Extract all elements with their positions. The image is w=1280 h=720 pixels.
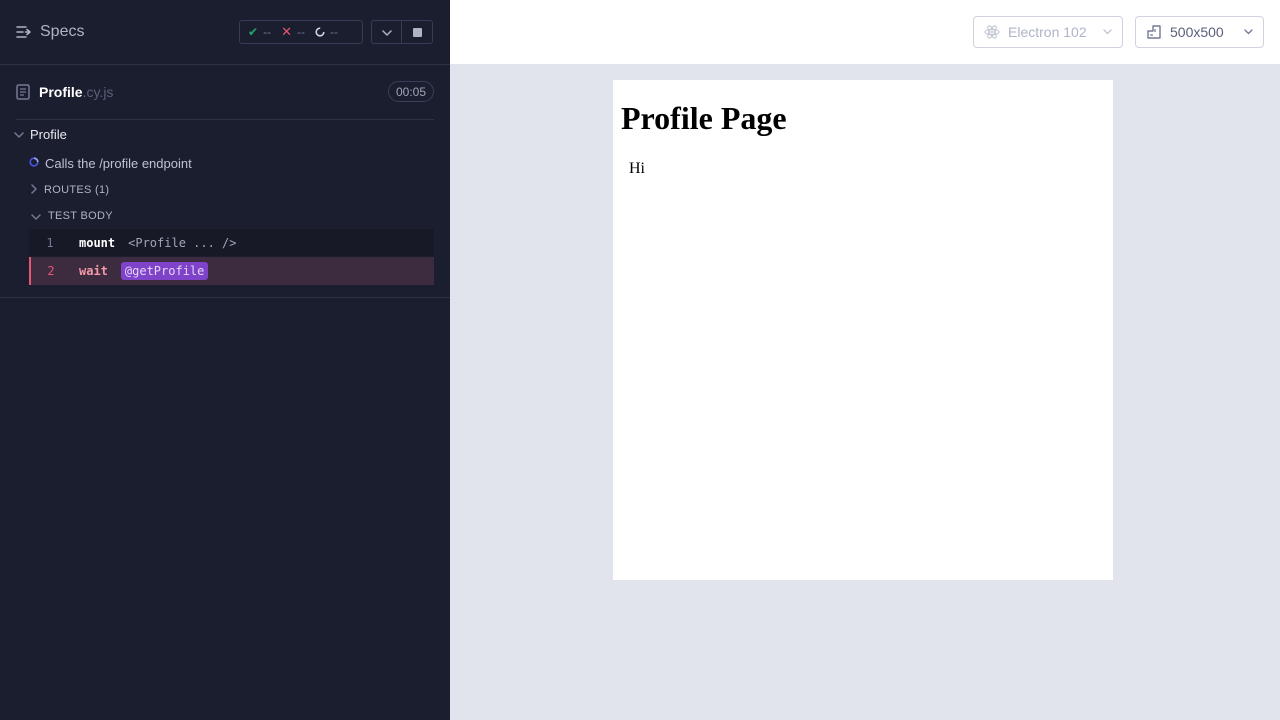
command-row-wait-failed[interactable]: 2 wait @getProfile	[29, 257, 434, 285]
reporter-panel: Specs ✔ -- ✕ -- -- Profile .cy.js 00:05 …	[0, 0, 450, 720]
passed-stat: ✔ --	[248, 25, 271, 39]
passed-count: --	[263, 25, 272, 39]
alias-badge[interactable]: @getProfile	[120, 262, 209, 280]
chevron-down-icon	[14, 125, 24, 143]
aut-iframe: Profile Page Hi	[613, 80, 1113, 580]
command-number: 1	[46, 235, 54, 250]
x-icon: ✕	[281, 24, 292, 39]
expand-collapse-button[interactable]	[371, 20, 402, 44]
suite-profile[interactable]: Profile	[14, 124, 67, 144]
test-stats: ✔ -- ✕ -- --	[239, 20, 363, 44]
pending-stat: --	[315, 25, 338, 39]
viewport-dropdown[interactable]: 500x500	[1135, 16, 1264, 48]
command-number: 2	[47, 264, 55, 278]
command-name: wait	[79, 264, 108, 278]
browser-dropdown[interactable]: Electron 102	[973, 16, 1123, 48]
duration-badge: 00:05	[387, 81, 434, 102]
browser-label: Electron 102	[1008, 24, 1087, 40]
electron-icon	[984, 24, 1000, 40]
viewport-label: 500x500	[1170, 24, 1224, 40]
spec-file-header[interactable]: Profile .cy.js 00:05	[16, 65, 434, 120]
check-icon: ✔	[248, 25, 259, 39]
failed-stat: ✕ --	[281, 24, 305, 40]
test-title: Calls the /profile endpoint	[45, 155, 192, 171]
specs-toggle-button[interactable]: Specs	[16, 23, 84, 41]
specs-list-icon	[16, 25, 32, 39]
aut-header: Electron 102 500x500	[450, 0, 1280, 64]
failed-count: --	[296, 25, 305, 39]
spec-file-extension: .cy.js	[82, 84, 114, 100]
specs-label: Specs	[40, 23, 85, 40]
test-calls-profile-endpoint[interactable]: Calls the /profile endpoint	[29, 154, 192, 172]
chevron-down-icon	[1103, 29, 1112, 35]
command-row-mount[interactable]: 1 mount <Profile ... />	[29, 229, 434, 256]
test-body-section-toggle[interactable]: TEST BODY	[31, 207, 113, 225]
running-spinner-icon	[29, 154, 39, 172]
routes-label: ROUTES (1)	[44, 184, 110, 196]
test-body-label: TEST BODY	[48, 210, 113, 222]
suite-title: Profile	[30, 126, 67, 142]
command-message: <Profile ... />	[128, 235, 237, 250]
stop-button[interactable]	[402, 20, 433, 44]
routes-section-toggle[interactable]: ROUTES (1)	[31, 181, 109, 199]
chevron-down-icon	[31, 207, 41, 225]
divider	[0, 297, 450, 298]
chevron-right-icon	[31, 181, 37, 199]
chevron-down-icon	[381, 23, 392, 41]
chevron-down-icon	[1244, 29, 1253, 35]
stop-icon	[412, 27, 422, 37]
pending-circle-icon	[315, 27, 325, 37]
reporter-header: Specs ✔ -- ✕ -- --	[0, 0, 450, 65]
spec-file-name: Profile	[39, 84, 83, 100]
page-heading: Profile Page	[621, 100, 787, 136]
document-icon	[16, 84, 30, 100]
command-name: mount	[79, 235, 116, 250]
page-text: Hi	[629, 160, 645, 177]
pending-count: --	[329, 25, 338, 39]
ruler-icon	[1146, 24, 1162, 40]
